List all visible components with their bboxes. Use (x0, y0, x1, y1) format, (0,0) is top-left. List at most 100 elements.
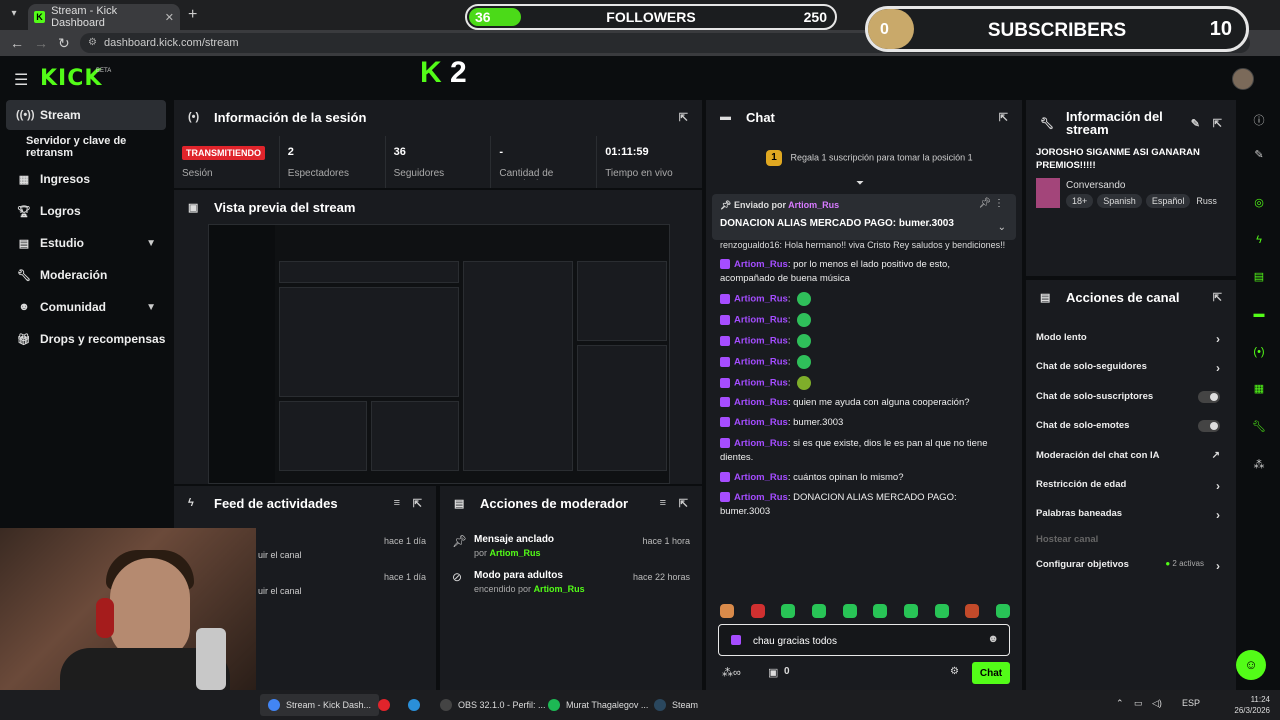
chat-user[interactable]: Artiom_Rus (734, 259, 788, 270)
emote-icon[interactable] (965, 604, 980, 618)
info-icon[interactable]: ⓘ (1251, 112, 1267, 128)
popout-icon[interactable]: ⇱ (679, 111, 688, 124)
action-banned-words[interactable]: Palabras baneadas › (1036, 508, 1220, 528)
taskbar-app-obs[interactable]: OBS 32.1.0 - Perfil: ... (432, 694, 554, 716)
chat-user[interactable]: Artiom_Rus (734, 492, 788, 503)
emote-icon[interactable] (781, 604, 796, 618)
clock[interactable]: 11:24 26/3/2026 (1234, 694, 1270, 716)
subs-only-toggle[interactable] (1198, 391, 1220, 403)
taskbar-app-spotify[interactable]: Murat Thagalegov ... (540, 694, 656, 716)
list-icon[interactable]: ▤ (1251, 270, 1267, 286)
site-info-icon[interactable]: ⚙ (88, 33, 97, 53)
network-icon[interactable]: ▭ (1134, 698, 1143, 709)
emote-icon[interactable] (842, 604, 857, 618)
chat-user[interactable]: Artiom_Rus (734, 336, 788, 347)
mod-user[interactable]: Artiom_Rus (490, 548, 541, 558)
taskbar-app-edge[interactable] (400, 694, 434, 716)
chat-user[interactable]: Artiom_Rus (734, 357, 788, 368)
emote-icon[interactable] (903, 604, 918, 618)
sidebar-item-stream[interactable]: ((•)) Stream (6, 100, 166, 130)
filter-icon[interactable]: ≡ (394, 497, 400, 509)
collapse-icon[interactable]: ⏷ (856, 178, 864, 189)
popout-icon[interactable]: ⇱ (679, 497, 688, 510)
edit-icon[interactable]: ✎ (1251, 148, 1267, 164)
language-indicator[interactable]: ESP (1182, 698, 1200, 708)
clock-time: 11:24 (1250, 695, 1270, 704)
gift-leaderboard[interactable]: 1 Regala 1 suscripción para tomar la pos… (766, 150, 986, 168)
close-tab-icon[interactable]: ✕ (165, 11, 174, 24)
back-icon[interactable]: ← (10, 35, 24, 51)
chat-message: Artiom_Rus: (720, 376, 1002, 391)
chat-user[interactable]: Artiom_Rus (734, 472, 788, 483)
chat-user[interactable]: Artiom_Rus (734, 438, 788, 449)
sidebar-item-comunidad[interactable]: ☻ Comunidad ▼ (6, 292, 166, 322)
gift-icon[interactable]: ▣ (768, 666, 778, 679)
chat-user[interactable]: Artiom_Rus (734, 378, 788, 389)
popout-icon[interactable]: ⇱ (1213, 117, 1222, 130)
emote-icon[interactable] (720, 604, 734, 618)
camera-icon[interactable]: ◎ (1251, 196, 1267, 212)
filter-icon[interactable]: ≡ (660, 497, 666, 509)
emoji-picker-icon[interactable]: ☻ (987, 633, 999, 645)
chat-settings-icon[interactable]: ⚙ (950, 666, 959, 677)
taskbar-app-browser[interactable]: Stream - Kick Dash... (260, 694, 380, 716)
sidebar-item-server-key[interactable]: Servidor y clave de retransm (6, 132, 166, 162)
tray-up-icon[interactable]: ⌃ (1116, 698, 1124, 709)
taskbar-app-steam[interactable]: Steam (646, 694, 706, 716)
chat-user[interactable]: Artiom_Rus (734, 417, 788, 428)
emote-icon[interactable] (873, 604, 888, 618)
chat-panel: ▬ Chat ⇱ 1 Regala 1 suscripción para tom… (706, 100, 1022, 690)
chat-user[interactable]: Artiom_Rus (734, 294, 788, 305)
broadcast-icon[interactable]: (•) (1251, 346, 1267, 362)
action-age-restriction[interactable]: Restricción de edad › (1036, 479, 1220, 499)
sidebar-item-drops[interactable]: 🎁︎ Drops y recompensas (6, 324, 166, 354)
taskbar-app-opera[interactable] (370, 694, 404, 716)
moderator-list-icon[interactable]: ▦ (1251, 382, 1267, 398)
feed-time: hace 1 día (383, 572, 426, 582)
forward-icon[interactable]: → (34, 35, 48, 51)
sidebar-item-logros[interactable]: 🏆︎ Logros (6, 196, 166, 226)
sidebar-item-estudio[interactable]: ▤ Estudio ▼ (6, 228, 166, 258)
emote-icon[interactable] (934, 604, 949, 618)
stream-preview-video[interactable] (208, 224, 670, 484)
kick-logo[interactable]: KICK (40, 66, 102, 91)
pin-menu-icon[interactable]: 📌︎ ⋮ (979, 198, 1004, 209)
edit-icon[interactable]: ✎ (1191, 117, 1200, 130)
bolt-icon[interactable]: ϟ (1251, 234, 1267, 250)
kick-points-icon[interactable]: ⁂∞ (722, 666, 741, 679)
chat-user[interactable]: Artiom_Rus (734, 397, 788, 408)
popout-icon[interactable]: ⇱ (1213, 291, 1222, 304)
sidebar-item-label: Servidor y clave de retransm (26, 135, 127, 159)
menu-icon[interactable]: ☰ (14, 70, 28, 90)
tab-list-button[interactable]: ▾ (6, 6, 22, 22)
chat-input[interactable] (753, 633, 983, 649)
chat-bubble-icon: ▬ (720, 111, 731, 123)
wrench-icon[interactable]: 🔧︎ (1251, 420, 1267, 436)
emote-icon[interactable] (750, 604, 765, 618)
chat-bubble-icon[interactable]: ▬ (1251, 308, 1267, 324)
emote-icon[interactable] (995, 604, 1010, 618)
send-chat-button[interactable]: Chat (972, 662, 1010, 684)
new-tab-button[interactable]: + (188, 6, 197, 24)
action-ai-moderation[interactable]: Moderación del chat con IA ↗ (1036, 450, 1220, 470)
action-configure-goals[interactable]: Configurar objetivos ● 2 activas › (1036, 559, 1220, 579)
mod-user[interactable]: Artiom_Rus (534, 584, 585, 594)
emotes-only-toggle[interactable] (1198, 420, 1220, 432)
sidebar-item-ingresos[interactable]: ▦ Ingresos (6, 164, 166, 194)
sidebar-item-moderacion[interactable]: 🔧︎ Moderación (6, 260, 166, 290)
action-followers-only[interactable]: Chat de solo-seguidores › (1036, 361, 1220, 381)
reload-icon[interactable]: ↻ (58, 35, 70, 52)
more-icon[interactable]: ⁂ (1251, 458, 1267, 474)
volume-icon[interactable]: ◁) (1152, 698, 1162, 709)
chat-user[interactable]: Artiom_Rus (734, 315, 788, 326)
browser-tab[interactable]: K Stream - Kick Dashboard ✕ (28, 4, 180, 30)
avatar[interactable] (1232, 68, 1254, 90)
action-slow-mode[interactable]: Modo lento › (1036, 332, 1220, 352)
chevron-down-icon[interactable]: ⌄ (998, 222, 1006, 233)
stat-label: Tiempo en vivo (605, 168, 673, 179)
popout-icon[interactable]: ⇱ (999, 111, 1008, 124)
support-chat-button[interactable]: ☺ (1236, 650, 1266, 680)
popout-icon[interactable]: ⇱ (413, 497, 422, 510)
pinned-user[interactable]: Artiom_Rus (788, 200, 839, 210)
emote-icon[interactable] (811, 604, 826, 618)
